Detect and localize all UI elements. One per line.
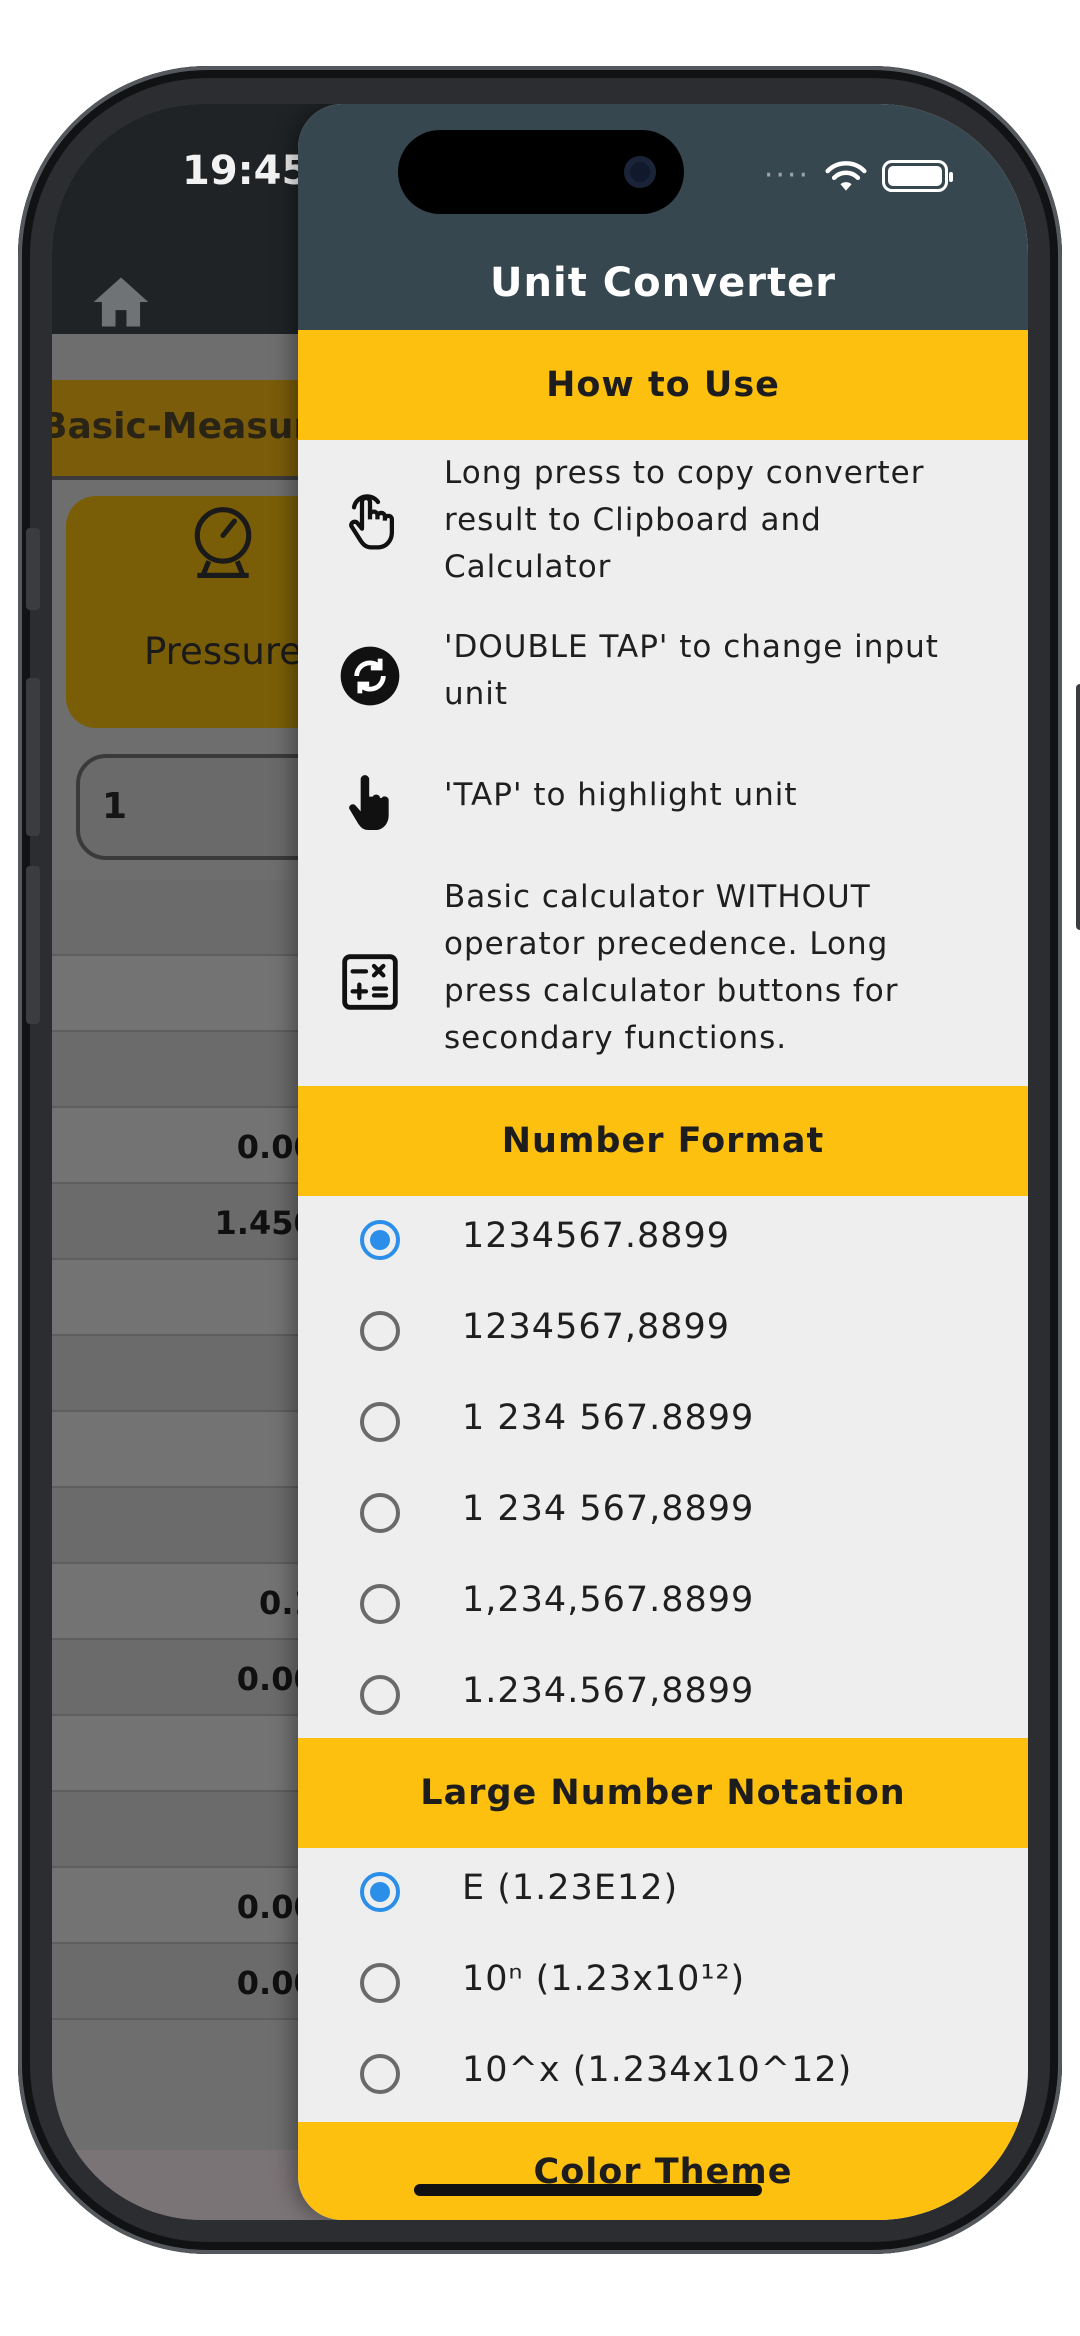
status-time: 19:45 [182,148,310,194]
number-format-option[interactable]: 1234567,8899 [298,1287,1028,1378]
how-to-item-double-tap: 'DOUBLE TAP' to change input unit [298,620,1028,730]
how-to-item-long-press: Long press to copy converter result to C… [298,440,1028,596]
notation-option[interactable]: 10ⁿ (1.23x10¹²) [298,1939,1028,2030]
number-format-option[interactable]: 1234567.8899 [298,1196,1028,1287]
number-format-option[interactable]: 1 234 567,8899 [298,1469,1028,1560]
notation-option[interactable]: 10^x (1.234x10^12) [298,2030,1028,2121]
how-to-item-tap: 'TAP' to highlight unit [298,760,1028,840]
home-indicator[interactable] [414,2184,762,2196]
large-number-notation-heading: Large Number Notation [298,1738,1028,1848]
how-to-text: 'DOUBLE TAP' to change input unit [444,629,939,712]
how-to-use-heading: How to Use [298,330,1028,440]
wifi-icon [825,160,867,191]
battery-icon [882,159,953,192]
radio-button[interactable] [360,1493,400,1533]
number-format-label: 1.234.567,8899 [462,1671,755,1711]
radio-button[interactable] [360,1402,400,1442]
radio-button[interactable] [360,1872,400,1912]
how-to-text: 'TAP' to highlight unit [444,777,798,813]
radio-button[interactable] [360,1584,400,1624]
tab-basic-measure[interactable]: Basic-Measure [52,406,336,447]
how-to-item-calculator: Basic calculator WITHOUT operator preced… [298,874,1028,1074]
number-format-heading: Number Format [298,1086,1028,1196]
long-press-icon [349,494,394,550]
pressure-label: Pressure [144,630,302,673]
radio-button[interactable] [360,1675,400,1715]
action-button [26,528,40,610]
drawer-title: Unit Converter [490,260,836,306]
notation-label: E (1.23E12) [462,1868,679,1908]
dynamic-island [398,130,684,214]
number-format-option[interactable]: 1 234 567.8899 [298,1378,1028,1469]
number-format-label: 1,234,567.8899 [462,1580,755,1620]
color-theme-heading: Color Theme [298,2122,1028,2220]
navigation-drawer: ···· Unit Converter How to Use Long pres… [298,104,1028,2220]
front-camera-icon [624,156,656,188]
volume-up-button [26,678,40,836]
radio-button[interactable] [360,1220,400,1260]
home-icon[interactable] [88,272,154,332]
number-format-label: 1 234 567,8899 [462,1489,755,1529]
how-to-text: Long press to copy converter result to C… [444,455,925,585]
radio-button[interactable] [360,1311,400,1351]
volume-down-button [26,866,40,1024]
status-icons: ···· [763,158,953,193]
double-tap-icon [340,646,400,706]
notation-option[interactable]: E (1.23E12) [298,1848,1028,1939]
tap-icon [349,775,389,830]
cellular-signal-icon: ···· [763,158,810,193]
number-format-option[interactable]: 1,234,567.8899 [298,1560,1028,1651]
number-format-label: 1234567,8899 [462,1307,731,1347]
calculator-icon [342,954,398,1010]
notation-label: 10ⁿ (1.23x10¹²) [462,1959,746,1999]
number-format-option[interactable]: 1.234.567,8899 [298,1651,1028,1742]
how-to-text: Basic calculator WITHOUT operator preced… [444,879,899,1056]
radio-button[interactable] [360,1963,400,2003]
value-input-text: 1 [102,786,128,827]
power-button [1076,684,1080,930]
gauge-icon [194,507,252,578]
radio-button[interactable] [360,2054,400,2094]
number-format-label: 1234567.8899 [462,1216,731,1256]
notation-label: 10^x (1.234x10^12) [462,2050,853,2090]
screen: 19:45 Basic-Measure Pressure 1 0.000 1.4… [52,104,1028,2220]
number-format-label: 1 234 567.8899 [462,1398,755,1438]
